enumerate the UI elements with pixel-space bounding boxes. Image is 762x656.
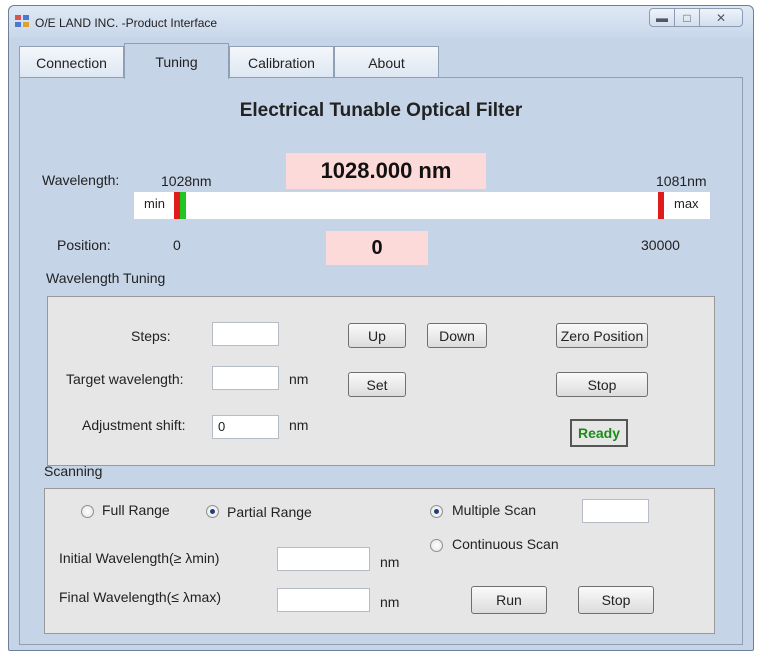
tab-about[interactable]: About — [334, 46, 439, 78]
app-icon — [15, 15, 29, 27]
tab-label: About — [368, 54, 405, 71]
position-bar[interactable]: min max — [134, 192, 710, 219]
radio-selected-dot — [210, 509, 215, 514]
set-button[interactable]: Set — [348, 372, 406, 397]
steps-input[interactable] — [212, 322, 279, 346]
multiple-scan-radio[interactable] — [430, 505, 443, 518]
adjustment-shift-input[interactable]: 0 — [212, 415, 279, 439]
tab-label: Tuning — [155, 53, 198, 70]
maximize-icon[interactable]: □ — [674, 8, 700, 27]
target-unit: nm — [289, 371, 309, 387]
stop-tuning-button[interactable]: Stop — [556, 372, 648, 397]
scan-count-input[interactable] — [582, 499, 649, 523]
full-range-radio[interactable] — [81, 505, 94, 518]
wavelength-label: Wavelength: — [42, 172, 120, 188]
partial-range-radio[interactable] — [206, 505, 219, 518]
continuous-scan-radio[interactable] — [430, 539, 443, 552]
target-wavelength-input[interactable] — [212, 366, 279, 390]
window-controls: ▬ □ ✕ — [649, 8, 743, 28]
position-label: Position: — [57, 237, 111, 253]
initial-wavelength-input[interactable] — [277, 547, 370, 571]
window-title: O/E LAND INC. -Product Interface — [35, 16, 218, 30]
final-unit: nm — [380, 594, 400, 610]
bar-min-label: min — [144, 196, 165, 211]
initial-unit: nm — [380, 554, 400, 570]
max-marker — [658, 192, 664, 219]
steps-label: Steps: — [131, 328, 171, 344]
tab-connection[interactable]: Connection — [19, 46, 124, 78]
title-bar[interactable]: O/E LAND INC. -Product Interface ▬ □ ✕ — [9, 6, 753, 38]
position-max: 30000 — [641, 237, 680, 253]
scanning-group: Full Range Partial Range Multiple Scan C… — [44, 488, 715, 634]
tuning-panel: Electrical Tunable Optical Filter Wavele… — [19, 77, 743, 645]
scanning-section-label: Scanning — [44, 463, 103, 479]
continuous-scan-label: Continuous Scan — [452, 536, 559, 552]
final-wavelength-input[interactable] — [277, 588, 370, 612]
status-badge: Ready — [570, 419, 628, 447]
wavelength-min: 1028nm — [161, 173, 212, 189]
down-button[interactable]: Down — [427, 323, 487, 348]
wavelength-readout: 1028.000 nm — [286, 153, 486, 189]
run-button[interactable]: Run — [471, 586, 547, 614]
target-wavelength-label: Target wavelength: — [66, 371, 184, 387]
page-title: Electrical Tunable Optical Filter — [239, 100, 523, 121]
wavelength-max: 1081nm — [656, 173, 707, 189]
close-icon[interactable]: ✕ — [699, 8, 743, 27]
minimize-icon[interactable]: ▬ — [649, 8, 675, 27]
radio-selected-dot — [434, 509, 439, 514]
final-wavelength-label: Final Wavelength(≤ λmax) — [59, 589, 221, 605]
tab-tuning[interactable]: Tuning — [124, 43, 229, 79]
tab-calibration[interactable]: Calibration — [229, 46, 334, 78]
app-window: O/E LAND INC. -Product Interface ▬ □ ✕ C… — [8, 5, 754, 651]
partial-range-label: Partial Range — [227, 504, 312, 520]
current-position-marker[interactable] — [180, 192, 186, 219]
bar-max-label: max — [674, 196, 699, 211]
tab-label: Connection — [36, 54, 107, 71]
adjustment-unit: nm — [289, 417, 309, 433]
position-min: 0 — [173, 237, 181, 253]
wavelength-tuning-group: Steps: Target wavelength: nm Adjustment … — [47, 296, 715, 466]
multiple-scan-label: Multiple Scan — [452, 502, 537, 518]
position-readout: 0 — [326, 231, 428, 265]
initial-wavelength-label: Initial Wavelength(≥ λmin) — [59, 550, 220, 566]
up-button[interactable]: Up — [348, 323, 406, 348]
full-range-label: Full Range — [102, 502, 170, 518]
wavelength-tuning-section-label: Wavelength Tuning — [46, 270, 166, 286]
stop-scan-button[interactable]: Stop — [578, 586, 654, 614]
tab-label: Calibration — [248, 54, 315, 71]
zero-position-button[interactable]: Zero Position — [556, 323, 648, 348]
adjustment-shift-label: Adjustment shift: — [82, 417, 186, 433]
